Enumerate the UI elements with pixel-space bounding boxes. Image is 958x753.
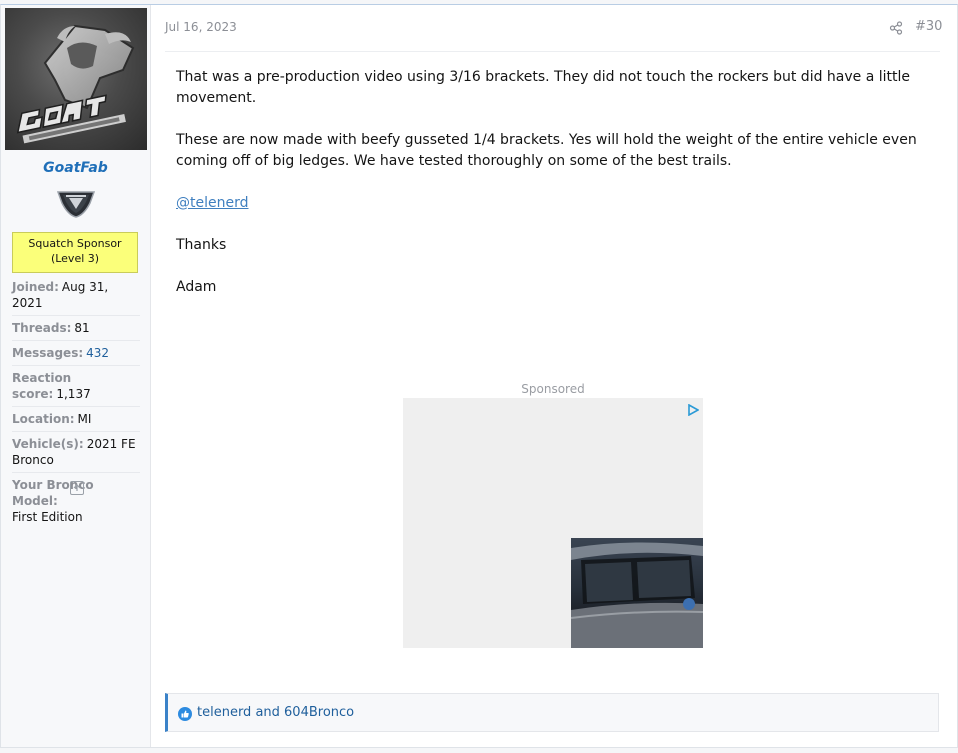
- user-mention-link[interactable]: @telenerd: [176, 195, 249, 211]
- stat-threads: Threads: 81: [12, 316, 140, 341]
- ad-choices-icon[interactable]: [687, 401, 700, 417]
- stat-location: Location: MI: [12, 407, 140, 432]
- bronco-shield-icon: [56, 189, 96, 219]
- stat-label: Vehicle(s):: [12, 437, 84, 451]
- sponsored-label: Sponsored: [521, 382, 585, 396]
- stat-reaction-score: Reaction score: 1,137: [12, 366, 140, 407]
- share-icon[interactable]: [889, 20, 903, 35]
- user-title-badge: Squatch Sponsor (Level 3): [12, 232, 138, 273]
- stat-value: First Edition: [12, 510, 83, 524]
- expand-user-icon[interactable]: [70, 481, 84, 495]
- post-paragraph: These are now made with beefy gusseted 1…: [176, 132, 917, 169]
- like-icon: [178, 706, 192, 721]
- stat-messages: Messages: 432: [12, 341, 140, 366]
- user-sidebar: GoatFab Squatch Sponsor (Level 3) Joined…: [1, 5, 151, 747]
- post-signature: Adam: [176, 279, 217, 295]
- ad-slot[interactable]: [403, 398, 703, 648]
- post-paragraph: That was a pre-production video using 3/…: [176, 69, 911, 106]
- post-body: That was a pre-production video using 3/…: [176, 67, 936, 319]
- stat-label: Threads:: [12, 321, 72, 335]
- messages-link[interactable]: 432: [86, 346, 109, 360]
- stat-label: Location:: [12, 412, 75, 426]
- post-number-link[interactable]: #30: [915, 19, 942, 34]
- stat-label: Joined:: [12, 280, 59, 294]
- stat-label: Messages:: [12, 346, 84, 360]
- message-post: GoatFab Squatch Sponsor (Level 3) Joined…: [0, 4, 958, 748]
- badge-line-2: (Level 3): [50, 252, 100, 265]
- reaction-users-link[interactable]: telenerd and 604Bronco: [197, 705, 354, 720]
- post-header: Jul 16, 2023 #30: [165, 5, 942, 52]
- stat-value: 81: [74, 321, 90, 335]
- stat-value: 1,137: [56, 387, 91, 401]
- message-main: Jul 16, 2023 #30 That was a pre-producti…: [151, 5, 957, 747]
- goat-fabrication-logo: [16, 24, 135, 144]
- stat-vehicles: Vehicle(s): 2021 FE Bronco: [12, 432, 140, 473]
- username[interactable]: GoatFab: [1, 160, 150, 176]
- stat-joined: Joined: Aug 31, 2021: [12, 275, 140, 316]
- ad-video-thumbnail[interactable]: [571, 538, 703, 648]
- post-thanks: Thanks: [176, 237, 227, 253]
- stat-value: MI: [77, 412, 92, 426]
- avatar[interactable]: [5, 8, 147, 150]
- badge-line-1: Squatch Sponsor: [28, 237, 122, 250]
- reactions-bar[interactable]: telenerd and 604Bronco: [165, 693, 939, 732]
- post-date[interactable]: Jul 16, 2023: [165, 20, 237, 34]
